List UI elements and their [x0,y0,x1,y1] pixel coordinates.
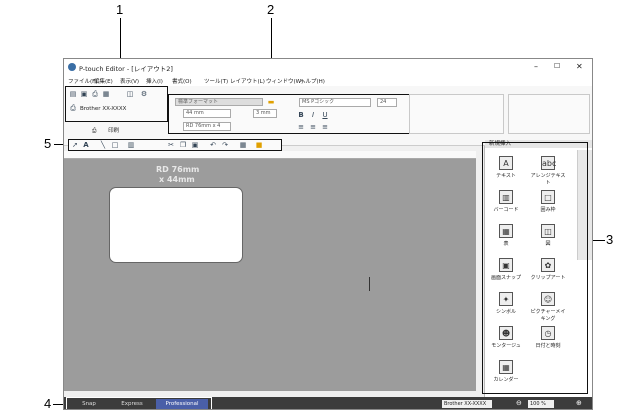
database-icon[interactable]: ◫ [126,90,134,98]
format-select[interactable]: 標準フォーマット [175,98,263,106]
undo-icon[interactable]: ↶ [209,141,217,149]
open-icon[interactable]: ▤ [69,90,77,98]
mode-express[interactable]: Express [110,399,154,409]
italic-icon[interactable]: I [309,111,317,119]
redo-icon[interactable]: ↷ [221,141,229,149]
minimize-icon[interactable]: – [534,62,538,71]
status-printer-label: Brother XX-XXXX [444,401,487,407]
callout-2: 2 [267,2,275,17]
media-select[interactable]: RD 76mm x 4 [183,122,231,131]
close-icon[interactable]: ✕ [576,62,583,71]
settings-icon[interactable]: ⚙ [140,90,148,98]
draw-toolbar: ➚ A ╲ □ ▥ ✂ ❐ ▣ ↶ ↷ ▦ ■ [68,139,282,151]
grid-icon[interactable]: ▦ [239,141,247,149]
align-center-icon[interactable]: ≡ [309,123,317,131]
preview-icon[interactable]: ▦ [102,90,110,98]
select-arrow-icon[interactable]: ➚ [71,141,79,149]
text-cursor [369,277,370,291]
underline-icon[interactable]: U [321,111,329,119]
menu-window[interactable]: ウィンドウ(W) [266,77,303,85]
app-logo-icon [68,63,76,71]
label-size-line1: RD 76mm [156,165,200,174]
label-object[interactable] [109,187,243,263]
align-left-icon[interactable]: ≡ [297,123,305,131]
mode-professional[interactable]: Professional [156,399,208,409]
cut-icon[interactable]: ✂ [167,141,175,149]
copy-icon[interactable]: ❐ [179,141,187,149]
margin-field[interactable]: 3 mm [253,109,277,118]
mode-snap[interactable]: Snap [70,399,108,409]
color-icon[interactable]: ■ [255,141,263,149]
print-panel: ▤ ▣ ⎙ ▦ ◫ ⚙ ⎙ Brother XX-XXXX [65,86,168,122]
print-button[interactable]: ⎙ 印刷 [92,126,132,136]
menu-tools[interactable]: ツール(T) [204,77,228,85]
print-button-label: 印刷 [108,128,120,134]
align-right-icon[interactable]: ≡ [321,123,329,131]
maximize-icon[interactable]: ☐ [554,62,560,70]
printer-name: Brother XX-XXXX [80,106,127,112]
line-icon[interactable]: ╲ [99,141,107,149]
arrange-group [508,94,590,134]
print-icon[interactable]: ⎙ [91,90,99,98]
status-bar: Snap Express Professional Brother XX-XXX… [64,397,592,409]
label-size-line2: x 44mm [159,175,195,184]
menu-insert[interactable]: 挿入(I) [146,77,163,85]
layout-group [409,94,504,134]
font-size-select[interactable]: 24 [377,98,397,107]
menu-view[interactable]: 表示(V) [120,77,139,85]
callout-1: 1 [116,2,124,17]
zoom-level: 100 % [530,401,546,407]
menu-format[interactable]: 書式(O) [172,77,192,85]
print-button-icon: ⎙ [92,128,97,134]
title-bar: P-touch Editor - [レイアウト2] – ☐ ✕ [64,59,592,75]
callout-3: 3 [606,232,614,247]
status-printer[interactable]: Brother XX-XXXX [442,400,492,408]
menu-help[interactable]: ヘルプ(H) [300,77,325,85]
horizontal-ruler [64,151,476,159]
zoom-out-icon[interactable]: ⊖ [516,399,522,407]
save-icon[interactable]: ▣ [80,90,88,98]
font-select[interactable]: MS Pゴシック [299,98,371,107]
format-icon[interactable]: ▬ [267,98,275,106]
ribbon: ▤ ▣ ⎙ ▦ ◫ ⚙ ⎙ Brother XX-XXXX ⎙ 印刷 標準フォー… [64,86,592,146]
menu-edit[interactable]: 編集(E) [94,77,113,85]
layout-canvas[interactable]: RD 76mm x 44mm [64,159,476,391]
paste-icon[interactable]: ▣ [191,141,199,149]
zoom-in-icon[interactable]: ⊕ [576,399,582,407]
barcode-icon[interactable]: ▥ [127,141,135,149]
side-bar-highlight [482,142,588,394]
property-panel: 標準フォーマット ▬ 44 mm 3 mm RD 76mm x 4 MS Pゴシ… [168,94,423,134]
text-icon[interactable]: A [82,141,90,149]
menu-layout[interactable]: レイアウト(L) [230,77,265,85]
window-title: P-touch Editor - [レイアウト2] [79,65,173,73]
callout-4: 4 [44,396,52,411]
rectangle-icon[interactable]: □ [111,141,119,149]
printer-icon: ⎙ [70,104,76,112]
callout-5: 5 [44,136,52,151]
length-field[interactable]: 44 mm [183,109,231,118]
bold-icon[interactable]: B [297,111,305,119]
menu-bar: ファイル(F) 編集(E) 表示(V) 挿入(I) 書式(O) ツール(T) レ… [64,75,592,86]
zoom-select[interactable]: 100 % [528,400,554,408]
